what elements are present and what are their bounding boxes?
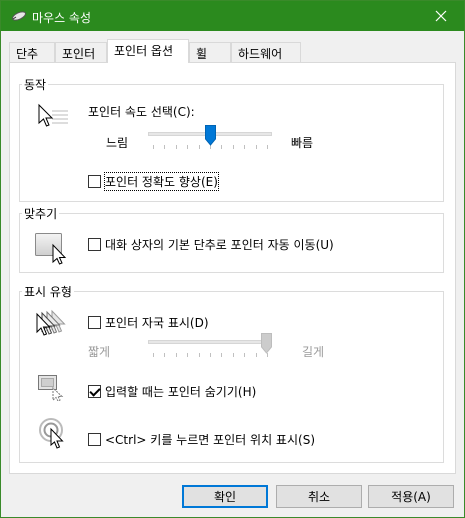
slider-tick: [244, 353, 245, 357]
fast-label: 빠름: [291, 136, 314, 150]
slider-tick: [153, 145, 154, 149]
snap-checkbox-box[interactable]: [88, 238, 101, 251]
speed-label: 포인터 속도 선택(C):: [88, 105, 195, 119]
hide-while-typing-checkbox[interactable]: 입력할 때는 포인터 숨기기(H): [88, 383, 256, 400]
slider-tick: [244, 145, 245, 149]
tab-wheel[interactable]: 휠: [189, 42, 231, 62]
slider-tick: [233, 145, 234, 149]
tab-hardware[interactable]: 하드웨어: [231, 42, 301, 62]
slider-tick: [187, 353, 188, 357]
precision-checkbox[interactable]: 포인터 정확도 향상(E): [88, 172, 219, 191]
precision-checkbox-label: 포인터 정확도 향상(E): [104, 172, 219, 191]
close-button[interactable]: [418, 1, 464, 31]
short-label: 짧게: [88, 345, 111, 359]
motion-group-label: 동작: [22, 76, 49, 93]
visibility-group-label: 표시 유형: [22, 283, 74, 300]
snap-to-icon: [35, 233, 67, 265]
slider-tick: [164, 353, 165, 357]
window-title: 마우스 속성: [32, 11, 92, 25]
close-icon: [435, 10, 447, 22]
slider-tick: [233, 353, 234, 357]
slider-tick: [256, 353, 257, 357]
trails-checkbox-box[interactable]: [88, 316, 101, 329]
long-label: 길게: [302, 345, 325, 359]
pointer-location-icon: [39, 418, 64, 449]
trails-slider-ticks: [148, 353, 272, 357]
mouse-icon: [12, 11, 26, 21]
apply-button[interactable]: 적용(A): [368, 485, 454, 508]
slider-tick: [267, 145, 268, 149]
slider-tick: [221, 145, 222, 149]
mouse-properties-window: 마우스 속성 단추 포인터 포인터 옵션 휠 하드웨어 동작 포인터 속도 선택…: [0, 0, 465, 518]
slow-label: 느림: [106, 136, 129, 150]
slider-tick: [256, 145, 257, 149]
slider-tick: [199, 353, 200, 357]
pointer-trails-icon: [36, 309, 66, 336]
slider-tick: [221, 353, 222, 357]
ctrl-location-checkbox-label: <Ctrl> 키를 누르면 포인터 위치 표시(S): [105, 433, 315, 447]
tab-buttons[interactable]: 단추: [9, 42, 55, 62]
pointer-speed-icon: [38, 103, 68, 127]
speed-slider[interactable]: [148, 125, 272, 155]
snap-checkbox[interactable]: 대화 상자의 기본 단추로 포인터 자동 이동(U): [88, 236, 334, 253]
title-bar[interactable]: 마우스 속성: [1, 1, 464, 31]
slider-tick: [153, 353, 154, 357]
tab-panel: 동작 포인터 속도 선택(C): 느림 빠름 포인터 정확도 향상(E) 맞추기: [9, 62, 456, 474]
tab-pointers[interactable]: 포인터: [55, 42, 107, 62]
trails-checkbox[interactable]: 포인터 자국 표시(D): [88, 314, 209, 331]
slider-tick: [187, 145, 188, 149]
trails-slider-thumb[interactable]: [261, 333, 272, 354]
slider-tick: [199, 145, 200, 149]
tab-pointer-options[interactable]: 포인터 옵션: [107, 39, 189, 63]
trails-slider[interactable]: [148, 333, 272, 363]
slider-tick: [176, 145, 177, 149]
hide-pointer-icon: [38, 375, 64, 401]
hide-while-typing-checkbox-label: 입력할 때는 포인터 숨기기(H): [105, 385, 257, 399]
trails-checkbox-label: 포인터 자국 표시(D): [105, 316, 209, 330]
precision-checkbox-box[interactable]: [88, 175, 101, 188]
snap-group-label: 맞추기: [22, 205, 60, 222]
snap-checkbox-label: 대화 상자의 기본 단추로 포인터 자동 이동(U): [105, 238, 334, 252]
ok-button[interactable]: 확인: [182, 485, 268, 508]
trails-slider-track: [148, 340, 272, 344]
slider-tick: [210, 353, 211, 357]
hide-while-typing-checkbox-box[interactable]: [88, 385, 101, 398]
speed-slider-thumb[interactable]: [205, 125, 216, 146]
cancel-button[interactable]: 취소: [276, 485, 362, 508]
slider-tick: [164, 145, 165, 149]
ctrl-location-checkbox[interactable]: <Ctrl> 키를 누르면 포인터 위치 표시(S): [88, 431, 315, 448]
slider-tick: [176, 353, 177, 357]
ctrl-location-checkbox-box[interactable]: [88, 433, 101, 446]
